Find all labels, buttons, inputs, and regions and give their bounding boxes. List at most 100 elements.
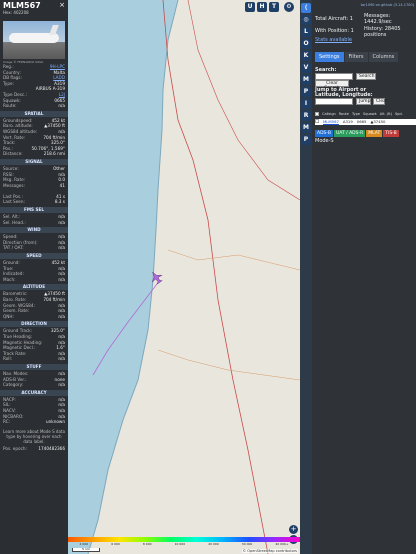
aircraft-photo[interactable] xyxy=(3,21,65,59)
altitude-color-legend xyxy=(68,537,300,542)
zoom-in-button[interactable]: + xyxy=(289,525,298,534)
help-note: Learn more about Mode S data type by hov… xyxy=(0,425,68,446)
legend-label: 30 000 xyxy=(241,542,253,546)
jump-input[interactable] xyxy=(315,98,353,105)
field-label: Category: xyxy=(3,382,24,388)
road-major xyxy=(162,0,269,554)
tool-k[interactable]: K xyxy=(301,51,311,61)
road-tertiary xyxy=(157,349,300,381)
stats-link[interactable]: Stats available xyxy=(315,37,352,43)
search-button[interactable]: Search xyxy=(356,73,376,80)
sea-area xyxy=(68,0,178,554)
aircraft-callsign: MLM567 xyxy=(3,1,41,10)
field-label: Mach: xyxy=(3,276,16,282)
tool-v[interactable]: V xyxy=(301,63,311,73)
field-value: 8.3 s xyxy=(54,199,65,205)
map-button-t[interactable]: T xyxy=(269,2,279,12)
jump-label: Jump to Airport or Latitude, Longitude: xyxy=(315,87,373,98)
jump-button[interactable]: Jump xyxy=(356,98,371,105)
row-type: A319 xyxy=(342,119,353,124)
tool-o[interactable]: O xyxy=(301,39,311,49)
aircraft-info-panel: MLM567 Hex: 402208 × Image © FERNANDO SI… xyxy=(0,0,68,554)
legend-label: 20 000 xyxy=(208,542,219,546)
search-input[interactable] xyxy=(315,73,353,80)
legend-label: 6 000 xyxy=(111,542,120,546)
select-all-checkbox[interactable] xyxy=(315,112,319,116)
field-value: n/a xyxy=(58,245,65,251)
col-speed[interactable]: Spd. xyxy=(395,112,403,118)
history-value: positions xyxy=(364,32,387,38)
section-row: Sel. Head.: n/a xyxy=(0,220,68,226)
section-header-wind: WIND xyxy=(0,227,68,234)
field-label: TAT / OAT: xyxy=(3,245,24,251)
field-value: n/a xyxy=(58,382,65,388)
map-view[interactable]: U H T ⚙ + − 2 000 6 000 8 000 10 000 20 … xyxy=(68,0,300,554)
map-button-h[interactable]: H xyxy=(257,2,267,12)
col-route[interactable]: Route xyxy=(339,112,349,118)
row-altitude: ▲37450 xyxy=(370,119,386,124)
road-minor xyxy=(187,0,300,201)
map-scale: 5 nm xyxy=(72,548,100,552)
section-row: QNH: n/a xyxy=(0,314,68,320)
total-aircraft: Total Aircraft: 1 xyxy=(315,16,353,22)
field-value: n/a xyxy=(58,103,65,109)
version-link[interactable]: tar1090 on github (3.14.1700) xyxy=(312,0,416,10)
aircraft-hex: Hex: 402208 xyxy=(3,10,65,15)
mode-s-label: Mode-S xyxy=(315,138,334,144)
section-row: Mach: n/a xyxy=(0,277,68,283)
field-value: n/a xyxy=(58,356,65,362)
field-label: Sel. Head.: xyxy=(3,219,26,225)
collapse-icon[interactable]: ⟨ xyxy=(301,3,311,13)
source-legend: ADS-B UAT / ADS-R MLAT TIS-B xyxy=(315,130,399,137)
clear-search-button[interactable]: Clear Search xyxy=(315,80,349,91)
tab-filters[interactable]: Filters xyxy=(344,52,368,62)
col-type[interactable]: Type xyxy=(352,112,360,118)
tab-columns[interactable]: Columns xyxy=(368,52,399,62)
col-squawk[interactable]: Squawk xyxy=(363,112,377,118)
col-altitude[interactable]: Alt. (ft) xyxy=(380,112,392,118)
pos-epoch-value: 1740482366 xyxy=(38,445,65,451)
source-chip: ADS-B xyxy=(315,130,333,137)
map-settings-icon[interactable]: ⚙ xyxy=(284,2,294,12)
tool-r[interactable]: R xyxy=(301,111,311,121)
tool-p[interactable]: P xyxy=(301,87,311,97)
field-value: 218.6 nmi xyxy=(43,151,65,157)
tool-m2[interactable]: M xyxy=(301,123,311,133)
field-label: QNH: xyxy=(3,313,14,319)
source-chip: UAT / ADS-R xyxy=(333,130,366,137)
map-canvas xyxy=(68,0,300,554)
section-header-stuff: STUFF xyxy=(0,363,68,370)
row-squawk: 0665 xyxy=(356,119,367,124)
aircraft-header: MLM567 Hex: 402208 × xyxy=(0,0,68,20)
map-button-u[interactable]: U xyxy=(245,2,255,12)
clear-jump-button[interactable]: Clear xyxy=(373,98,388,105)
tool-i[interactable]: I xyxy=(301,99,311,109)
field-value: 41 xyxy=(59,182,65,188)
tab-settings[interactable]: Settings xyxy=(315,52,344,62)
messages-value: 1442.9/sec xyxy=(364,19,392,25)
legend-label: 40 000+ xyxy=(275,542,289,546)
map-toolbar: ⟨ ◎ L O K V M P I R M P xyxy=(300,0,312,554)
field-label: RC: xyxy=(3,419,11,425)
row-checkbox[interactable] xyxy=(315,119,319,123)
settings-tabs: Settings Filters Columns xyxy=(315,52,399,62)
help-note-text: Learn more about Mode S data type by hov… xyxy=(3,428,65,444)
field-value: n/a xyxy=(58,219,65,225)
section-row: Last Seen: 8.3 s xyxy=(0,199,68,205)
tool-p2[interactable]: P xyxy=(301,135,311,145)
source-chip: MLAT xyxy=(366,130,383,137)
section-header-fms: FMS SEL xyxy=(0,207,68,214)
col-callsign[interactable]: Callsign xyxy=(322,112,336,118)
row-callsign[interactable]: MLM567 xyxy=(323,119,339,125)
table-row[interactable]: MLM567 A319 0665 ▲37450 xyxy=(315,119,416,125)
field-label: Route: xyxy=(3,103,17,109)
field-label: Last Seen: xyxy=(3,199,25,205)
aircraft-table-header: Callsign Route Type Squawk Alt. (ft) Spd… xyxy=(315,112,416,118)
with-position: With Position: 1 xyxy=(315,28,354,34)
tool-l[interactable]: L xyxy=(301,27,311,37)
hex-label: Hex: xyxy=(3,10,13,15)
close-icon[interactable]: × xyxy=(59,1,65,9)
info-sections: SPATIAL Groundspeed: 452 kt Baro. altitude:… xyxy=(0,110,68,425)
tool-m[interactable]: M xyxy=(301,75,311,85)
layers-icon[interactable]: ◎ xyxy=(301,15,311,25)
